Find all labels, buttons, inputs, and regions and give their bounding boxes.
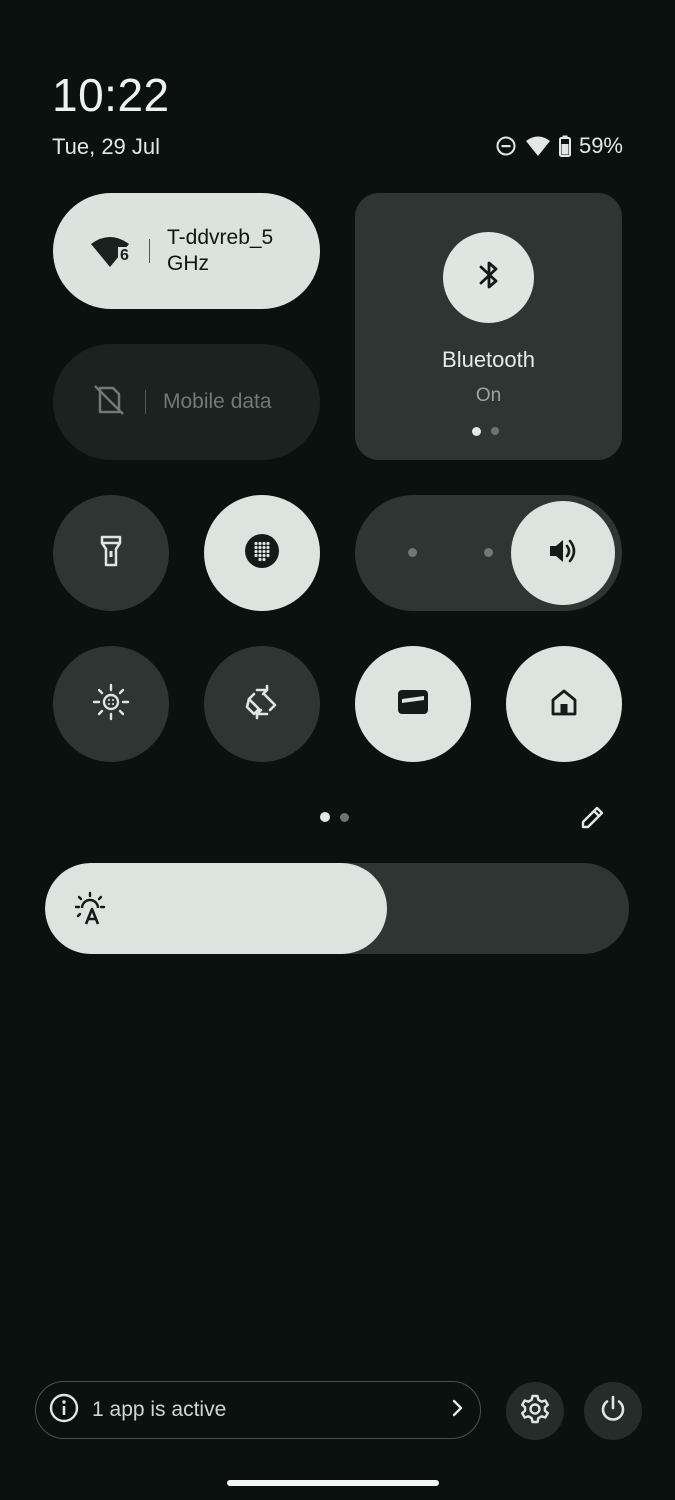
volume-icon [547, 536, 579, 571]
bluetooth-status: On [475, 385, 502, 406]
brightness-dim-icon [91, 682, 131, 727]
volume-step-dot [408, 548, 417, 557]
dnd-icon [495, 135, 517, 157]
settings-button[interactable] [506, 1382, 564, 1440]
gesture-navigation-bar[interactable] [227, 1480, 439, 1486]
auto-brightness-icon [71, 891, 109, 934]
divider [149, 239, 150, 263]
wifi-badge: 6 [118, 247, 131, 265]
bluetooth-toggle[interactable] [443, 232, 534, 323]
wifi-label: T-ddvreb_5 GHz [167, 226, 274, 275]
home-tile[interactable] [506, 646, 622, 762]
mobile-data-tile[interactable]: Mobile data [53, 344, 320, 460]
volume-step-dot [484, 548, 493, 557]
flashlight-tile[interactable] [53, 495, 169, 611]
dialpad-icon [244, 533, 280, 574]
battery-percent: 59% [578, 133, 623, 158]
status-bar: 59% [495, 133, 623, 159]
chevron-right-icon [450, 1398, 464, 1423]
info-icon [48, 1392, 80, 1429]
wallet-tile[interactable] [355, 646, 471, 762]
wifi-tile[interactable]: 6 T-ddvreb_5 GHz [53, 193, 320, 309]
mobile-data-label: Mobile data [163, 390, 272, 413]
power-icon [597, 1393, 629, 1430]
auto-rotate-tile[interactable] [204, 646, 320, 762]
bluetooth-label: Bluetooth [442, 347, 535, 372]
settings-icon [519, 1393, 551, 1430]
no-sim-icon [91, 382, 127, 423]
clock[interactable]: 10:22 [52, 72, 170, 118]
power-button[interactable] [584, 1382, 642, 1440]
card-page-dot-active [472, 427, 481, 436]
wifi-6-icon: 6 [91, 234, 131, 268]
card-page-dot [491, 427, 499, 435]
active-apps-button[interactable]: 1 app is active [35, 1381, 481, 1439]
wallet-icon [396, 688, 430, 721]
edit-button[interactable] [578, 802, 608, 837]
bluetooth-icon [474, 257, 504, 298]
flashlight-icon [99, 534, 123, 573]
brightness-slider[interactable] [45, 863, 629, 954]
active-apps-label: 1 app is active [92, 1398, 227, 1421]
rotate-icon [243, 683, 281, 726]
date[interactable]: Tue, 29 Jul [52, 134, 160, 160]
qs-page-dot [340, 813, 349, 822]
divider [145, 390, 146, 414]
qs-page-dot-active [320, 812, 330, 822]
home-icon [549, 687, 579, 722]
volume-slider[interactable] [355, 495, 622, 611]
volume-handle[interactable] [511, 501, 615, 605]
bluetooth-tile[interactable]: Bluetooth On [355, 193, 622, 460]
wifi-icon [525, 135, 551, 157]
dialpad-tile[interactable] [204, 495, 320, 611]
extra-dim-tile[interactable] [53, 646, 169, 762]
pencil-icon [578, 806, 608, 836]
battery-icon [558, 135, 571, 157]
